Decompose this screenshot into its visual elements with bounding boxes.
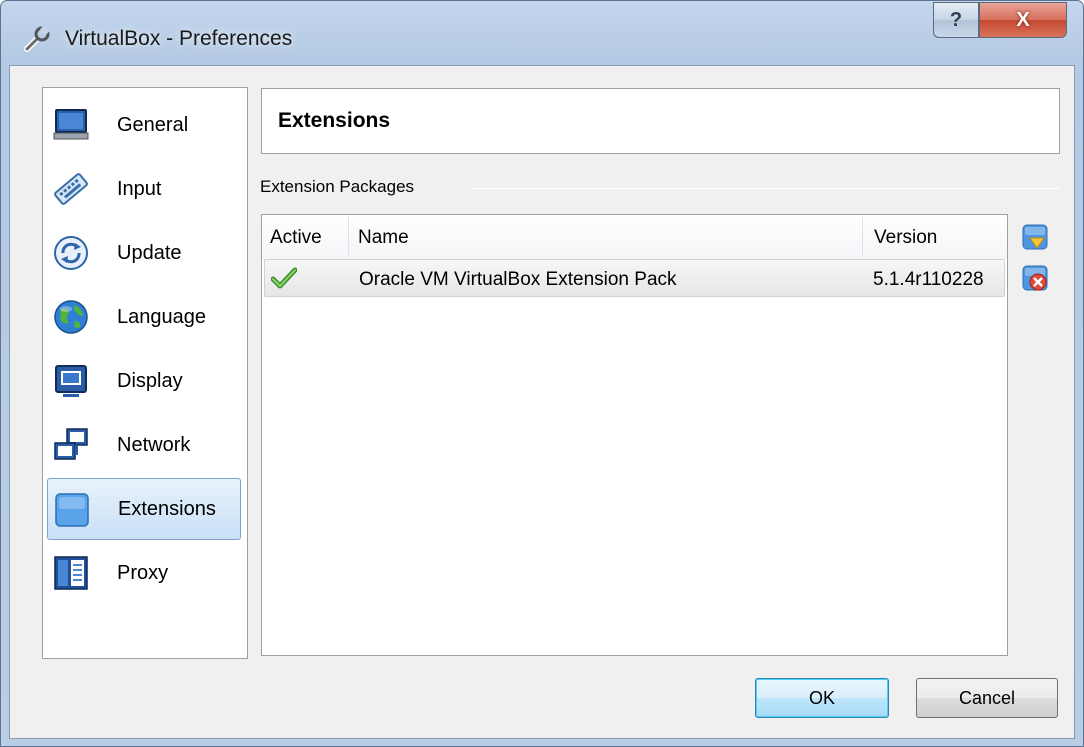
extension-version: 5.1.4r110228 — [873, 269, 984, 290]
add-package-icon[interactable] — [1022, 224, 1048, 250]
monitor-icon — [53, 109, 89, 140]
network-icon — [54, 428, 88, 460]
table-row[interactable]: Oracle VM VirtualBox Extension Pack 5.1.… — [264, 259, 1005, 297]
page-header: Extensions — [261, 88, 1060, 154]
window-title: VirtualBox - Preferences — [65, 27, 293, 50]
page-title: Extensions — [278, 109, 391, 132]
sidebar-item-label: Display — [117, 369, 183, 392]
sidebar-item-label: Update — [117, 241, 182, 264]
sidebar-item-label: Language — [117, 305, 206, 328]
sidebar: General Input Update Language Display Ne… — [42, 87, 248, 659]
column-separator[interactable] — [348, 217, 349, 257]
display-icon — [55, 365, 87, 397]
sidebar-item-label: Network — [117, 433, 191, 456]
wrench-icon — [24, 25, 50, 52]
globe-icon — [54, 300, 88, 334]
sidebar-item-label: Proxy — [117, 561, 169, 584]
close-glyph: X — [1016, 8, 1030, 31]
cancel-button-label: Cancel — [958, 687, 1016, 708]
sidebar-item-label: Extensions — [118, 497, 216, 520]
group-divider — [470, 188, 1060, 189]
sidebar-item-general[interactable]: General — [47, 94, 241, 156]
ok-button-label: OK — [808, 687, 835, 708]
sidebar-item-label: Input — [117, 177, 162, 200]
extension-packages-label: Extension Packages — [260, 177, 415, 196]
column-header-active[interactable]: Active — [270, 227, 322, 249]
title-bar[interactable]: VirtualBox - Preferences ? X — [1, 1, 1083, 65]
close-button[interactable]: X — [979, 2, 1067, 38]
sidebar-item-display[interactable]: Display — [47, 350, 241, 412]
help-button[interactable]: ? — [933, 2, 979, 38]
sidebar-item-label: General — [117, 113, 189, 136]
preferences-window: VirtualBox - Preferences ? X General Inp… — [0, 0, 1084, 747]
dialog-client: General Input Update Language Display Ne… — [9, 65, 1075, 739]
refresh-icon — [54, 236, 88, 270]
column-separator[interactable] — [862, 217, 863, 257]
sidebar-item-update[interactable]: Update — [47, 222, 241, 284]
sidebar-item-input[interactable]: Input — [47, 158, 241, 220]
proxy-icon — [54, 556, 88, 590]
help-glyph: ? — [949, 8, 963, 31]
sidebar-item-network[interactable]: Network — [47, 414, 241, 476]
ok-button[interactable]: OK — [755, 678, 889, 718]
sidebar-item-language[interactable]: Language — [47, 286, 241, 348]
sidebar-item-proxy[interactable]: Proxy — [47, 542, 241, 604]
check-icon — [271, 267, 297, 289]
cancel-button[interactable]: Cancel — [916, 678, 1058, 718]
column-header-version[interactable]: Version — [874, 227, 937, 249]
keyboard-icon — [54, 173, 88, 205]
list-header: Active Name Version — [262, 215, 1007, 259]
remove-package-icon[interactable] — [1022, 265, 1048, 291]
sidebar-item-extensions[interactable]: Extensions — [47, 478, 241, 540]
puzzle-icon — [55, 493, 89, 527]
extension-packages-list[interactable]: Active Name Version Oracle VM VirtualBox… — [261, 214, 1008, 656]
extension-name: Oracle VM VirtualBox Extension Pack — [359, 269, 677, 290]
column-header-name[interactable]: Name — [358, 227, 409, 249]
